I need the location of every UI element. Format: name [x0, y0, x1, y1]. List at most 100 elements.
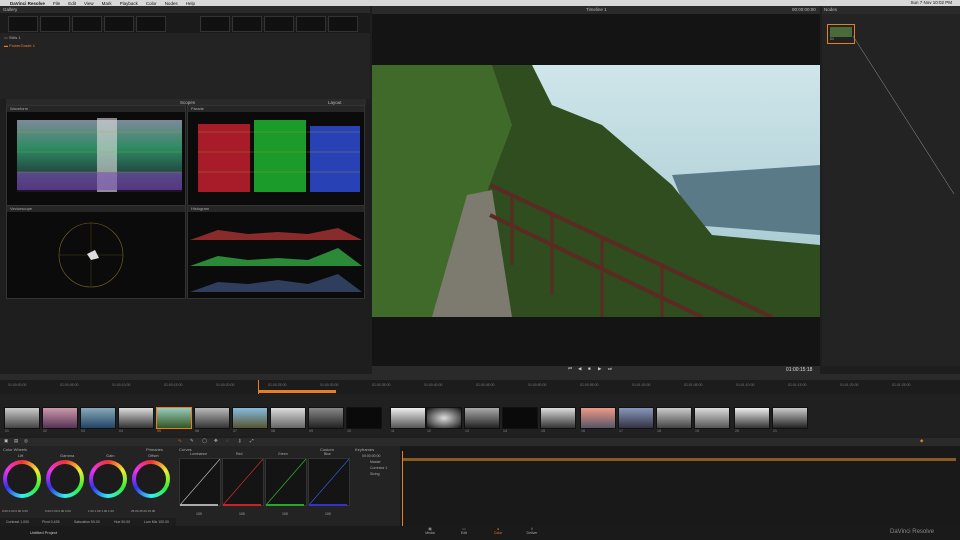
menu-view[interactable]: View [84, 1, 94, 6]
lift-wheel[interactable] [3, 460, 41, 498]
clip-thumbnail[interactable] [270, 407, 306, 429]
clip-thumbnail[interactable] [4, 407, 40, 429]
skip-forward-icon[interactable]: ⏭ [608, 366, 612, 371]
timeline-name[interactable]: Timeline 1 [586, 7, 607, 12]
clip-thumbnail[interactable] [232, 407, 268, 429]
still-slot[interactable] [40, 16, 70, 32]
clip-thumbnail[interactable] [580, 407, 616, 429]
menu-file[interactable]: File [53, 1, 60, 6]
sizing-icon[interactable]: ⤢ [250, 438, 254, 443]
node-connection [852, 35, 955, 195]
still-slot[interactable] [136, 16, 166, 32]
menu-color[interactable]: Color [146, 1, 157, 6]
curve-label-green: Green [278, 452, 288, 456]
keyframe-playhead[interactable] [402, 451, 403, 526]
gain-wheel[interactable] [89, 460, 127, 498]
keyframes-timeline[interactable] [400, 446, 960, 526]
red-curve[interactable] [222, 458, 264, 506]
track-sizing[interactable]: Sizing [370, 472, 380, 476]
green-intensity-bar[interactable] [266, 504, 304, 506]
keyframes-title: Keyframes [355, 447, 375, 452]
blue-curve[interactable] [308, 458, 350, 506]
clip-thumbnail[interactable] [464, 407, 500, 429]
menu-edit[interactable]: Edit [68, 1, 76, 6]
clip-thumbnail[interactable] [42, 407, 78, 429]
menu-nodes[interactable]: Nodes [165, 1, 178, 6]
blur-icon[interactable]: ◌ [226, 438, 229, 443]
scopes-layout[interactable]: Layout [328, 100, 342, 105]
clip-thumbnail-selected[interactable] [156, 407, 192, 429]
timeline-ruler[interactable]: 01:00:00:00 01:00:05:00 01:00:10:00 01:0… [0, 380, 960, 394]
camera-raw-icon[interactable]: ▣ [4, 438, 8, 444]
clip-thumbnail[interactable] [656, 407, 692, 429]
saturation-value[interactable]: Saturation 50.00 [74, 520, 100, 524]
menu-mark[interactable]: Mark [102, 1, 112, 6]
green-curve[interactable] [265, 458, 307, 506]
play-reverse-icon[interactable]: ◀ [578, 366, 581, 372]
nav-color[interactable]: ● Color [486, 527, 510, 535]
qualifier-icon[interactable]: ✎ [190, 438, 194, 444]
hue-value[interactable]: Hue 50.00 [114, 520, 130, 524]
still-slot[interactable] [296, 16, 326, 32]
clip-number: 16 [581, 429, 585, 433]
lum-mix-value[interactable]: Lum Mix 100.00 [144, 520, 169, 524]
offset-wheel[interactable] [132, 460, 170, 498]
window-icon[interactable]: ◯ [202, 438, 207, 444]
menu-playback[interactable]: Playback [120, 1, 138, 6]
stop-icon[interactable]: ■ [588, 366, 591, 371]
clip-thumbnail[interactable] [694, 407, 730, 429]
contrast-value[interactable]: Contrast 1.000 [6, 520, 29, 524]
track-master[interactable]: Master [370, 460, 381, 464]
clip-thumbnail[interactable] [118, 407, 154, 429]
green-intensity: 100 [282, 512, 288, 516]
still-slot[interactable] [200, 16, 230, 32]
timeline-tick: 01:00:50:00 [528, 383, 547, 387]
clip-thumbnail[interactable] [734, 407, 770, 429]
still-slot[interactable] [8, 16, 38, 32]
gamma-wheel[interactable] [46, 460, 84, 498]
luminance-intensity: 100 [196, 512, 202, 516]
still-slot[interactable] [72, 16, 102, 32]
luminance-curve[interactable] [179, 458, 221, 506]
clip-thumbnail[interactable] [540, 407, 576, 429]
keyframe-icon[interactable]: ◆ [920, 438, 923, 444]
clip-number: 08 [271, 429, 275, 433]
clip-thumbnail[interactable] [80, 407, 116, 429]
menu-help[interactable]: Help [186, 1, 195, 6]
red-intensity-bar[interactable] [223, 504, 261, 506]
keyframe-track-bar [402, 458, 956, 461]
viewer-timecode: 01:00:15:18 [786, 366, 813, 373]
still-slot[interactable] [232, 16, 262, 32]
clip-thumbnail[interactable] [426, 407, 462, 429]
color-wheels-mode[interactable]: Primaries [146, 447, 163, 452]
timeline-tick: 01:00:20:00 [216, 383, 235, 387]
still-slot[interactable] [264, 16, 294, 32]
key-icon[interactable]: ⚷ [238, 438, 241, 444]
pivot-value[interactable]: Pivot 0.435 [42, 520, 60, 524]
curves-icon[interactable]: ∿ [178, 438, 182, 444]
nav-deliver[interactable]: ⇪ Deliver [520, 527, 544, 535]
app-menu[interactable]: DaVinci Resolve [10, 1, 45, 6]
clip-thumbnail[interactable] [772, 407, 808, 429]
play-icon[interactable]: ▶ [598, 366, 601, 372]
nav-edit[interactable]: ▭ Edit [452, 527, 476, 535]
album-powergrade[interactable]: ▬ PowerGrade 1 [4, 43, 35, 48]
clip-thumbnail[interactable] [308, 407, 344, 429]
clip-thumbnail[interactable] [346, 407, 382, 429]
still-slot[interactable] [104, 16, 134, 32]
clip-thumbnail[interactable] [618, 407, 654, 429]
tracker-icon[interactable]: ✥ [214, 438, 218, 444]
blue-intensity-bar[interactable] [309, 504, 347, 506]
still-slot[interactable] [328, 16, 358, 32]
nav-media[interactable]: ▦ Media [418, 527, 442, 535]
color-wheels-icon[interactable]: ◎ [24, 438, 28, 444]
clip-number: 20 [735, 429, 739, 433]
track-corrector[interactable]: Corrector 1 [370, 466, 388, 470]
color-match-icon[interactable]: ▤ [14, 438, 18, 444]
clip-thumbnail[interactable] [502, 407, 538, 429]
album-stills[interactable]: ▭ Stills 1 [4, 35, 21, 40]
luminance-intensity-bar[interactable] [180, 504, 218, 506]
clip-thumbnail[interactable] [194, 407, 230, 429]
skip-back-icon[interactable]: ⏮ [568, 366, 572, 371]
clip-thumbnail[interactable] [390, 407, 426, 429]
